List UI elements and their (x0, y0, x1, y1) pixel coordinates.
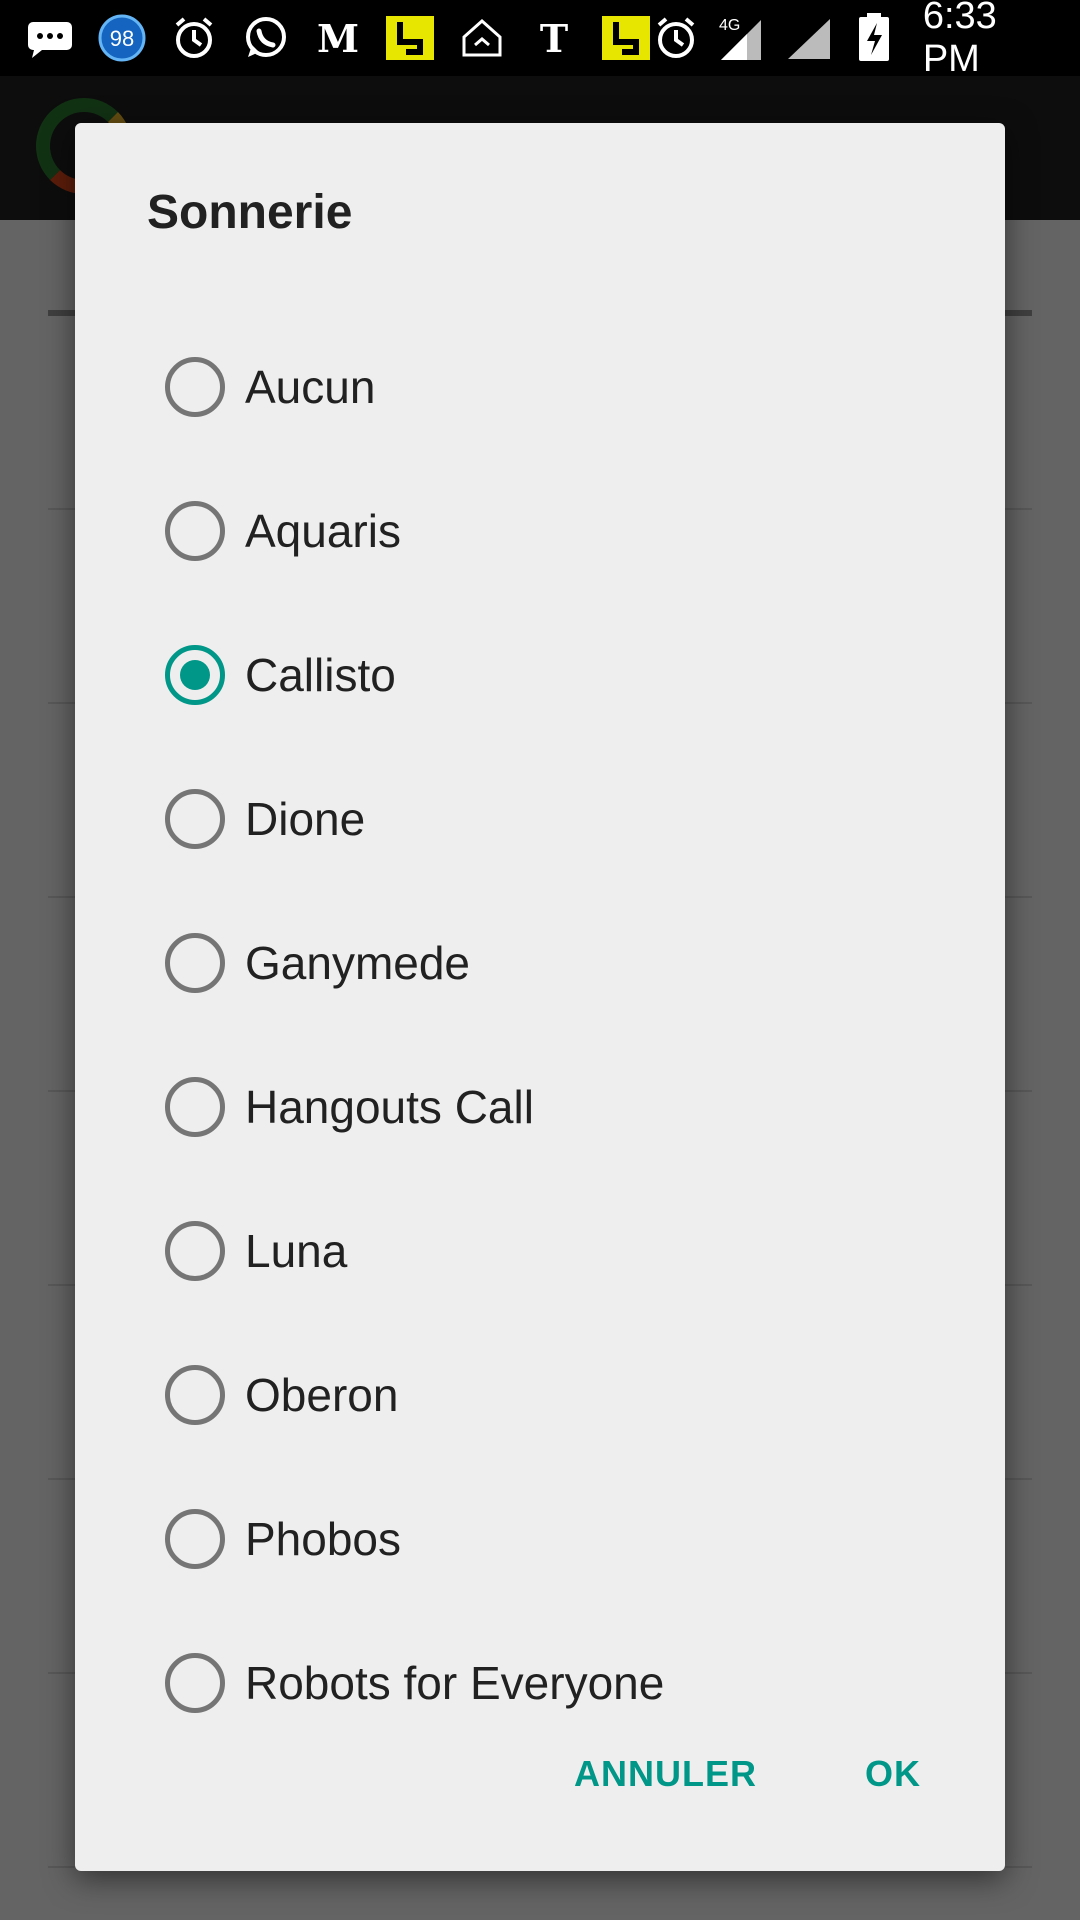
svg-text:M: M (317, 16, 359, 60)
signal-icon: 4G (717, 12, 769, 64)
whatsapp-icon (240, 12, 292, 64)
yellow-app-icon (384, 12, 436, 64)
ringtone-option[interactable]: Aquaris (75, 459, 1005, 603)
home-icon (456, 12, 508, 64)
ringtone-option-label: Callisto (245, 649, 396, 701)
ringtone-option[interactable]: Hangouts Call (75, 1035, 1005, 1179)
ringtone-option-label: Hangouts Call (245, 1081, 534, 1133)
radio-button[interactable] (165, 1077, 225, 1137)
clock: 6:33 PM (922, 0, 997, 80)
network-type: 4G (719, 17, 740, 34)
le-monde-icon: M (312, 12, 364, 64)
dialog-actions: ANNULER OK (574, 1753, 921, 1795)
nytimes-icon: T (528, 12, 580, 64)
status-bar: 98 M T 4G 6:33 PM (0, 0, 1080, 80)
radio-button[interactable] (165, 1221, 225, 1281)
battery-charging-icon (850, 12, 899, 64)
ringtone-option[interactable]: Oberon (75, 1323, 1005, 1467)
battery-saver-icon: 98 (96, 12, 148, 64)
radio-button[interactable] (165, 1653, 225, 1713)
cancel-button[interactable]: ANNULER (574, 1753, 757, 1795)
ringtone-option[interactable]: Callisto (75, 603, 1005, 747)
messages-icon (24, 12, 76, 64)
ringtone-options: Aucun Aquaris Callisto Dione Ganymede Ha… (75, 315, 1005, 1755)
notification-count: 98 (110, 26, 134, 51)
ringtone-option[interactable]: Phobos (75, 1467, 1005, 1611)
svg-text:T: T (540, 16, 568, 60)
ringtone-option-label: Luna (245, 1225, 348, 1277)
ringtone-option[interactable]: Aucun (75, 315, 1005, 459)
radio-button[interactable] (165, 1509, 225, 1569)
radio-button[interactable] (165, 357, 225, 417)
ringtone-option-label: Aquaris (245, 505, 401, 557)
yellow-app-icon (600, 12, 652, 64)
radio-button[interactable] (165, 1365, 225, 1425)
signal-icon (785, 12, 834, 64)
ringtone-option[interactable]: Robots for Everyone (75, 1611, 1005, 1755)
ringtone-option[interactable]: Dione (75, 747, 1005, 891)
ringtone-option-label: Aucun (245, 361, 376, 413)
ringtone-option-label: Dione (245, 793, 366, 845)
ringtone-option-label: Ganymede (245, 937, 471, 989)
ringtone-option[interactable]: Luna (75, 1179, 1005, 1323)
ringtone-dialog: Sonnerie Aucun Aquaris Callisto Dione Ga… (75, 123, 1005, 1871)
ringtone-option-label: Oberon (245, 1369, 399, 1421)
ringtone-option-label: Phobos (245, 1513, 402, 1565)
alarm-icon (652, 12, 701, 64)
ringtone-option-label: Robots for Everyone (245, 1657, 665, 1709)
radio-button-checked[interactable] (165, 645, 225, 705)
ok-button[interactable]: OK (865, 1753, 921, 1795)
ringtone-option[interactable]: Ganymede (75, 891, 1005, 1035)
radio-button[interactable] (165, 501, 225, 561)
radio-button[interactable] (165, 789, 225, 849)
radio-button[interactable] (165, 933, 225, 993)
alarm-icon (168, 12, 220, 64)
dialog-title: Sonnerie (147, 186, 353, 239)
